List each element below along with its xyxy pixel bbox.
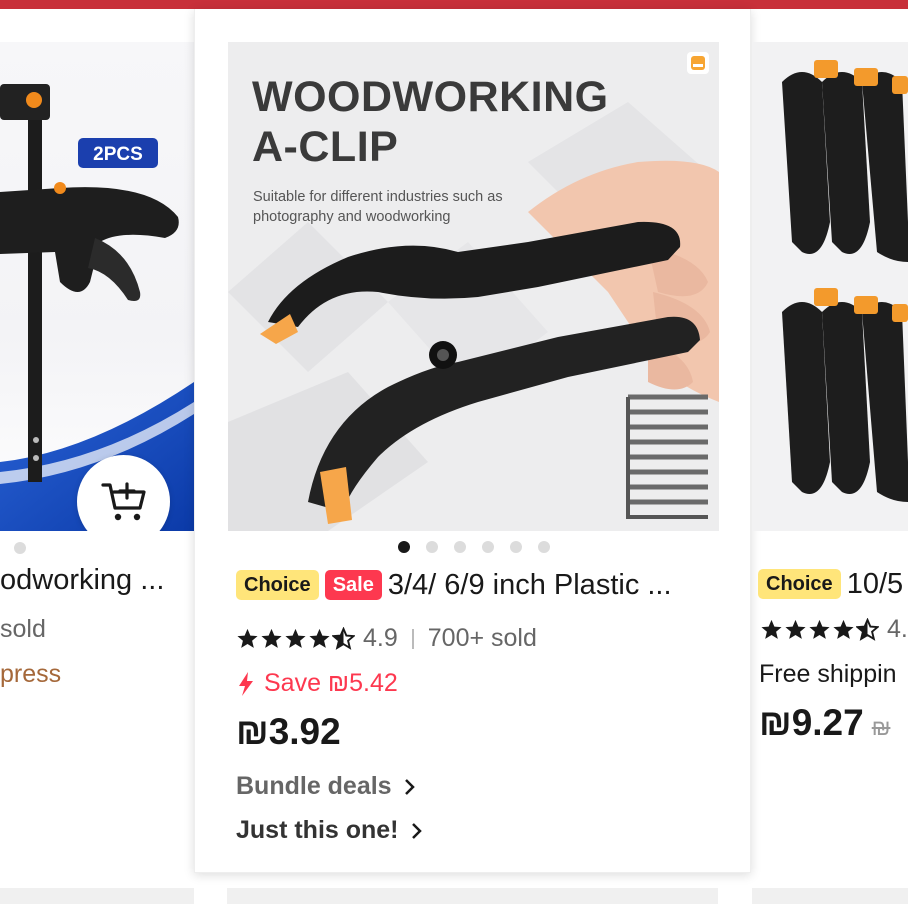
shipping-right: Free shippin xyxy=(759,660,897,688)
chevron-right-icon xyxy=(411,822,422,839)
star-full-icon xyxy=(833,619,854,639)
product-image-main[interactable]: WOODWORKING A-CLIP Suitable for differen… xyxy=(228,42,719,531)
image-headline: WOODWORKING A-CLIP xyxy=(252,73,609,171)
choice-mini-icon xyxy=(687,52,709,74)
next-row-card xyxy=(0,888,194,904)
sold-count: 700+ sold xyxy=(427,624,537,652)
sale-badge: Sale xyxy=(324,570,382,600)
price: ₪3.92 xyxy=(236,711,341,752)
product-card-left[interactable]: 2PCS odworking ... sold press xyxy=(0,42,194,888)
product-title-row-right[interactable]: Choice 10/5 xyxy=(758,566,903,602)
choice-badge: Choice xyxy=(758,569,841,599)
cart-add-icon xyxy=(100,481,146,520)
product-title-left[interactable]: odworking ... xyxy=(0,562,164,598)
product-title-right[interactable]: 10/5 xyxy=(847,566,903,602)
just-this-one-label: Just this one! xyxy=(236,816,399,844)
save-amount: Save ₪5.42 xyxy=(264,669,398,697)
carousel-dot[interactable] xyxy=(426,541,438,553)
just-this-one-link[interactable]: Just this one! xyxy=(236,816,423,845)
price-right-row: ₪9.27 ₪ xyxy=(759,702,890,744)
star-full-icon xyxy=(761,619,782,639)
star-full-icon xyxy=(285,628,306,648)
divider xyxy=(411,628,414,649)
save-row: Save ₪5.42 xyxy=(236,669,398,698)
price-right: ₪9.27 xyxy=(759,702,864,743)
product-title[interactable]: 3/4/ 6/9 inch Plastic ... xyxy=(388,567,672,603)
star-full-icon xyxy=(809,619,830,639)
image-subtitle: Suitable for different industries such a… xyxy=(253,189,503,225)
carousel-dots xyxy=(398,541,550,553)
carousel-dot-active[interactable] xyxy=(398,541,410,553)
bar-clamp-illustration: 2PCS xyxy=(0,84,194,531)
sold-count-left: sold xyxy=(0,615,46,643)
choice-badge: Choice xyxy=(236,570,319,600)
carousel-dot[interactable] xyxy=(454,541,466,553)
svg-text:2PCS: 2PCS xyxy=(93,144,143,165)
star-full-icon xyxy=(309,628,330,648)
top-accent-bar xyxy=(0,0,908,9)
star-rating xyxy=(236,627,355,650)
carousel-dot[interactable] xyxy=(482,541,494,553)
product-image-right[interactable] xyxy=(752,42,908,531)
product-image-left[interactable]: 2PCS xyxy=(0,42,194,531)
rating-row-right: 4.5 xyxy=(760,615,908,644)
next-row-card xyxy=(227,888,718,904)
shipping-left: press xyxy=(0,660,62,688)
product-card-right[interactable]: Choice 10/5 4.5 Free shippin ₪9.27 ₪ xyxy=(752,42,908,888)
flame-icon xyxy=(239,671,253,696)
star-half-icon xyxy=(856,618,879,641)
bundle-deals-link[interactable]: Bundle deals xyxy=(236,772,416,801)
product-card-main[interactable]: WOODWORKING A-CLIP Suitable for differen… xyxy=(194,9,751,873)
chevron-right-icon xyxy=(404,778,415,795)
carousel-dot[interactable] xyxy=(538,541,550,553)
star-rating xyxy=(760,618,879,641)
bundle-deals-label: Bundle deals xyxy=(236,772,392,800)
star-full-icon xyxy=(237,628,258,648)
spring-clamps-illustration xyxy=(752,42,908,531)
carousel-dot[interactable] xyxy=(14,542,26,554)
star-full-icon xyxy=(261,628,282,648)
rating-value: 4.9 xyxy=(363,624,398,652)
product-title-row[interactable]: Choice Sale 3/4/ 6/9 inch Plastic ... xyxy=(236,567,706,603)
rating-value-right: 4.5 xyxy=(887,615,908,643)
rating-row: 4.9 700+ sold xyxy=(236,624,537,653)
carousel-dot[interactable] xyxy=(510,541,522,553)
old-price-right: ₪ xyxy=(871,715,891,740)
star-full-icon xyxy=(785,619,806,639)
star-half-icon xyxy=(332,627,355,650)
next-row-card xyxy=(752,888,908,904)
product-grid: 2PCS odworking ... sold press WOODWORKIN… xyxy=(0,0,908,904)
